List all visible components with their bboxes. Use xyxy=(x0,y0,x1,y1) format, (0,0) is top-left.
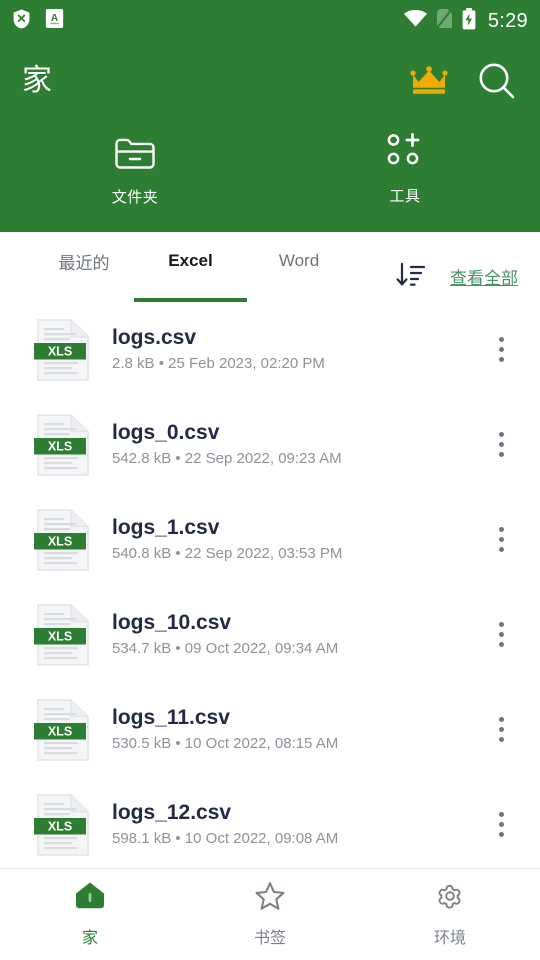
svg-text:A: A xyxy=(51,13,59,24)
file-meta: 598.1 kB • 10 Oct 2022, 09:08 AM xyxy=(112,830,339,848)
sort-descending-icon[interactable] xyxy=(396,262,426,290)
status-bar-right-icons: 5:29 xyxy=(403,7,528,35)
header-quick-actions: 文件夹 工具 xyxy=(0,120,540,232)
file-overflow-menu-icon[interactable] xyxy=(478,700,524,760)
tab-excel[interactable]: Excel xyxy=(134,232,247,302)
table-row[interactable]: XLS logs_1.csv 540.8 kB • 22 Sep 2022, 0… xyxy=(0,492,540,587)
gear-icon xyxy=(434,881,466,916)
file-name: logs_11.csv xyxy=(112,707,230,730)
nav-item-bookmarks-label: 书签 xyxy=(253,930,286,947)
star-icon xyxy=(254,881,286,916)
file-overflow-menu-icon[interactable] xyxy=(478,415,524,475)
file-info: logs_1.csv 540.8 kB • 22 Sep 2022, 03:53… xyxy=(112,517,478,562)
file-info: logs_11.csv 530.5 kB • 10 Oct 2022, 08:1… xyxy=(112,707,478,752)
nav-item-bookmarks[interactable]: 书签 xyxy=(180,869,360,960)
bottom-navigation: 家 书签 环境 xyxy=(0,868,540,960)
xls-file-icon: XLS xyxy=(34,507,92,573)
file-meta: 530.5 kB • 10 Oct 2022, 08:15 AM xyxy=(112,735,339,753)
svg-text:XLS: XLS xyxy=(48,724,72,738)
file-list[interactable]: XLS logs.csv 2.8 kB • 25 Feb 2023, 02:20… xyxy=(0,302,540,868)
home-icon xyxy=(74,881,106,916)
svg-text:XLS: XLS xyxy=(48,819,72,833)
status-bar: A 5:29 xyxy=(0,0,540,42)
nav-item-home-label: 家 xyxy=(81,930,98,947)
tools-grid-plus-icon xyxy=(387,132,423,174)
status-bar-left-icons: A xyxy=(12,8,64,35)
nav-item-settings-label: 环境 xyxy=(433,930,466,947)
svg-text:XLS: XLS xyxy=(48,534,72,548)
tab-recent[interactable]: 最近的 xyxy=(34,232,134,302)
status-bar-clock: 5:29 xyxy=(487,9,528,32)
svg-text:XLS: XLS xyxy=(48,439,72,453)
table-row[interactable]: XLS logs.csv 2.8 kB • 25 Feb 2023, 02:20… xyxy=(0,302,540,397)
battery-charging-icon xyxy=(462,7,476,35)
quick-action-folder-label: 文件夹 xyxy=(111,188,159,206)
header-actions xyxy=(410,60,518,102)
table-row[interactable]: XLS logs_10.csv 534.7 kB • 09 Oct 2022, … xyxy=(0,587,540,682)
tab-recent-label: 最近的 xyxy=(58,253,110,273)
table-row[interactable]: XLS logs_0.csv 542.8 kB • 22 Sep 2022, 0… xyxy=(0,397,540,492)
xls-file-icon: XLS xyxy=(34,697,92,763)
file-overflow-menu-icon[interactable] xyxy=(478,320,524,380)
file-info: logs.csv 2.8 kB • 25 Feb 2023, 02:20 PM xyxy=(112,327,478,372)
quick-action-tools-label: 工具 xyxy=(389,187,421,205)
folder-icon xyxy=(114,132,156,175)
svg-text:XLS: XLS xyxy=(48,344,72,358)
wifi-icon xyxy=(403,9,427,33)
quick-action-tools[interactable]: 工具 xyxy=(270,120,540,218)
nav-item-home[interactable]: 家 xyxy=(0,869,180,960)
file-overflow-menu-icon[interactable] xyxy=(478,795,524,855)
table-row[interactable]: XLS logs_12.csv 598.1 kB • 10 Oct 2022, … xyxy=(0,777,540,868)
app-root: A 5:29 家 文件夹 工具 最近的 Excel Word 查看全部 XLS … xyxy=(0,0,540,960)
xls-file-icon: XLS xyxy=(34,602,92,668)
svg-text:XLS: XLS xyxy=(48,629,72,643)
file-meta: 540.8 kB • 22 Sep 2022, 03:53 PM xyxy=(112,545,343,563)
view-all-link[interactable]: 查看全部 xyxy=(450,264,518,289)
tab-list: 最近的 Excel Word xyxy=(34,232,351,302)
tab-word-label: Word xyxy=(278,251,320,270)
file-overflow-menu-icon[interactable] xyxy=(478,605,524,665)
file-info: logs_10.csv 534.7 kB • 09 Oct 2022, 09:3… xyxy=(112,612,478,657)
search-icon[interactable] xyxy=(476,60,518,102)
filter-tab-bar: 最近的 Excel Word 查看全部 xyxy=(0,232,540,302)
page-title: 家 xyxy=(22,64,52,97)
tab-word[interactable]: Word xyxy=(247,232,351,302)
file-name: logs_10.csv xyxy=(112,612,232,635)
xls-file-icon: XLS xyxy=(34,792,92,858)
xls-file-icon: XLS xyxy=(34,317,92,383)
file-name: logs_0.csv xyxy=(112,422,220,445)
file-meta: 2.8 kB • 25 Feb 2023, 02:20 PM xyxy=(112,355,325,373)
file-meta: 542.8 kB • 22 Sep 2022, 09:23 AM xyxy=(112,450,342,468)
tab-bar-tools: 查看全部 xyxy=(396,262,518,302)
xls-file-icon: XLS xyxy=(34,412,92,478)
header-top-row: 家 xyxy=(0,42,540,120)
nav-item-settings[interactable]: 环境 xyxy=(360,869,540,960)
file-info: logs_12.csv 598.1 kB • 10 Oct 2022, 09:0… xyxy=(112,802,478,847)
sim-off-icon xyxy=(436,8,453,34)
file-info: logs_0.csv 542.8 kB • 22 Sep 2022, 09:23… xyxy=(112,422,478,467)
tab-excel-label: Excel xyxy=(168,251,213,270)
shield-x-icon xyxy=(12,8,31,35)
file-name: logs.csv xyxy=(112,327,197,350)
quick-action-folder[interactable]: 文件夹 xyxy=(0,120,270,218)
table-row[interactable]: XLS logs_11.csv 530.5 kB • 10 Oct 2022, … xyxy=(0,682,540,777)
app-header: 家 文件夹 工具 xyxy=(0,42,540,232)
crown-icon[interactable] xyxy=(410,66,448,96)
file-name: logs_12.csv xyxy=(112,802,232,825)
file-overflow-menu-icon[interactable] xyxy=(478,510,524,570)
file-name: logs_1.csv xyxy=(112,517,220,540)
file-meta: 534.7 kB • 09 Oct 2022, 09:34 AM xyxy=(112,640,339,658)
a-box-icon: A xyxy=(45,8,64,34)
